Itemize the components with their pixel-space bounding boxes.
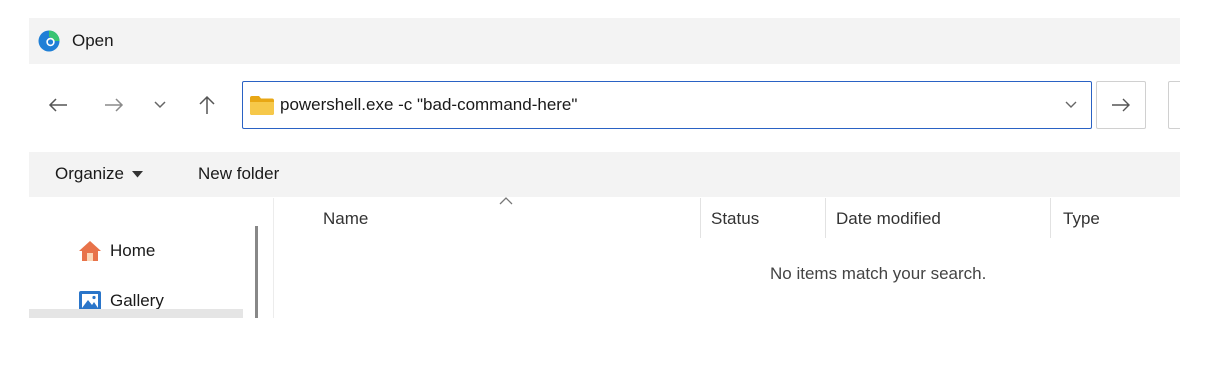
recent-locations-button[interactable]	[147, 92, 173, 118]
navigation-row: powershell.exe -c "bad-command-here"	[29, 78, 1180, 136]
arrow-up-icon	[199, 95, 215, 114]
arrow-right-icon	[105, 98, 124, 112]
open-file-dialog: Open powershell.exe -c "bad-command-here…	[29, 18, 1180, 318]
new-folder-button[interactable]: New folder	[198, 164, 279, 184]
organize-label: Organize	[55, 164, 124, 183]
sidebar-item-home[interactable]: Home	[78, 240, 155, 262]
forward-button[interactable]	[101, 92, 127, 118]
window-title: Open	[72, 31, 114, 50]
empty-state-message: No items match your search.	[770, 264, 987, 283]
pane-scrollbar[interactable]	[255, 226, 258, 318]
caret-down-icon	[131, 170, 143, 177]
navigation-pane: Home Gallery	[29, 198, 243, 318]
chevron-down-icon	[154, 101, 166, 109]
sidebar-item-label: Home	[110, 241, 156, 260]
column-divider[interactable]	[825, 198, 826, 238]
column-header-date-modified[interactable]: Date modified	[836, 209, 941, 229]
address-bar[interactable]: powershell.exe -c "bad-command-here"	[242, 81, 1092, 129]
column-divider[interactable]	[700, 198, 701, 238]
sidebar-selected-item[interactable]	[29, 309, 243, 318]
column-header-name[interactable]: Name	[323, 209, 368, 229]
go-button[interactable]	[1096, 81, 1146, 129]
file-list: Name Status Date modified Type No items …	[274, 197, 1180, 318]
column-header-status[interactable]: Status	[711, 209, 759, 229]
sort-ascending-icon	[499, 197, 513, 205]
back-button[interactable]	[45, 92, 71, 118]
address-dropdown-button[interactable]	[1061, 95, 1081, 115]
search-box[interactable]	[1168, 81, 1180, 129]
sidebar-item-label: Gallery	[110, 291, 164, 310]
column-divider[interactable]	[1050, 198, 1051, 238]
column-header-type[interactable]: Type	[1063, 209, 1100, 229]
address-input[interactable]: powershell.exe -c "bad-command-here"	[280, 95, 577, 115]
title-bar: Open	[29, 18, 1180, 64]
arrow-right-icon	[1112, 98, 1130, 112]
up-button[interactable]	[194, 92, 220, 118]
arrow-left-icon	[48, 98, 67, 112]
home-icon	[79, 241, 101, 261]
edge-logo-icon	[38, 30, 60, 52]
folder-icon	[250, 96, 274, 115]
chevron-down-icon	[1065, 101, 1077, 108]
command-bar: Organize New folder	[29, 152, 1180, 197]
organize-button[interactable]: Organize	[55, 164, 143, 184]
